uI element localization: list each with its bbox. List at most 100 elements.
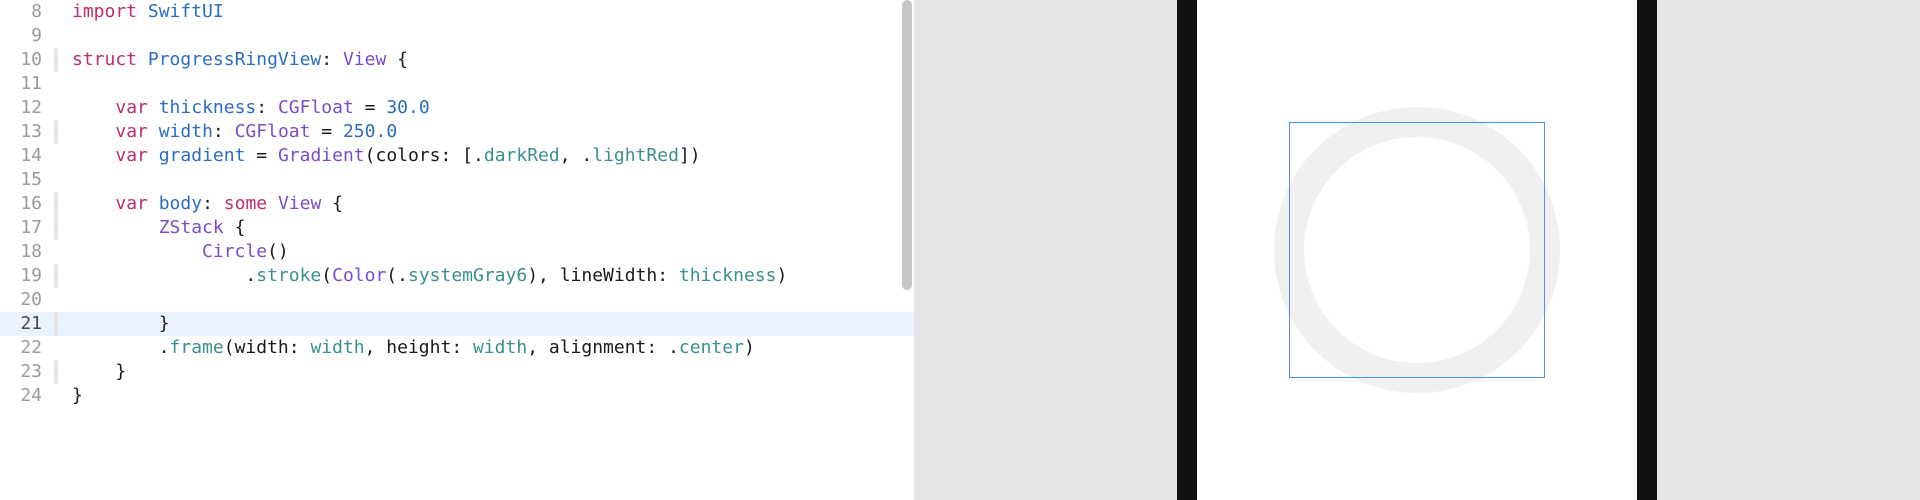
- scroll-thumb[interactable]: [902, 0, 912, 290]
- device-frame: [1177, 0, 1657, 500]
- code-token: var: [115, 121, 148, 142]
- code-token: (: [321, 265, 332, 286]
- code-token: ]): [679, 145, 701, 166]
- code-token: width: [159, 121, 213, 142]
- code-token: View: [278, 193, 321, 214]
- code-token: width: [473, 337, 527, 358]
- code-token: [72, 97, 115, 118]
- code-token: CGFloat: [278, 97, 354, 118]
- line-number: 11: [0, 72, 62, 96]
- code-line[interactable]: [62, 288, 914, 312]
- code-line[interactable]: .stroke(Color(.systemGray6), lineWidth: …: [62, 264, 914, 288]
- line-number: 22: [0, 336, 62, 360]
- line-number: 17: [0, 216, 62, 240]
- code-token: =: [354, 97, 387, 118]
- code-token: (): [267, 241, 289, 262]
- code-line[interactable]: [62, 24, 914, 48]
- code-token: CGFloat: [235, 121, 311, 142]
- code-token: [148, 193, 159, 214]
- code-token: width: [310, 337, 364, 358]
- line-number: 9: [0, 24, 62, 48]
- code-token: [148, 97, 159, 118]
- line-number: 19: [0, 264, 62, 288]
- code-line[interactable]: ZStack {: [62, 216, 914, 240]
- code-token: [267, 193, 278, 214]
- code-token: }: [72, 361, 126, 382]
- code-line[interactable]: Circle(): [62, 240, 914, 264]
- code-line[interactable]: var width: CGFloat = 250.0: [62, 120, 914, 144]
- line-number: 8: [0, 0, 62, 24]
- code-token: .: [72, 337, 170, 358]
- code-token: , height:: [365, 337, 473, 358]
- code-token: :: [213, 121, 235, 142]
- code-token: [72, 241, 202, 262]
- line-number: 14: [0, 144, 62, 168]
- code-line[interactable]: var body: some View {: [62, 192, 914, 216]
- code-line[interactable]: }: [62, 312, 914, 336]
- code-line[interactable]: [62, 72, 914, 96]
- code-area[interactable]: import SwiftUI struct ProgressRingView: V…: [62, 0, 914, 500]
- code-token: stroke: [256, 265, 321, 286]
- code-token: ): [776, 265, 787, 286]
- code-token: (width:: [224, 337, 311, 358]
- code-token: [72, 121, 115, 142]
- code-token: var: [115, 145, 148, 166]
- code-token: =: [245, 145, 278, 166]
- code-token: thickness: [679, 265, 777, 286]
- code-token: var: [115, 193, 148, 214]
- code-token: gradient: [159, 145, 246, 166]
- code-token: 250.0: [343, 121, 397, 142]
- code-line[interactable]: .frame(width: width, height: width, alig…: [62, 336, 914, 360]
- code-token: body: [159, 193, 202, 214]
- code-line[interactable]: struct ProgressRingView: View {: [62, 48, 914, 72]
- code-token: var: [115, 97, 148, 118]
- code-token: {: [321, 193, 343, 214]
- code-line[interactable]: [62, 168, 914, 192]
- code-line[interactable]: import SwiftUI: [62, 0, 914, 24]
- code-token: center: [679, 337, 744, 358]
- code-token: [137, 1, 148, 22]
- code-token: .: [72, 265, 256, 286]
- code-token: =: [310, 121, 343, 142]
- line-number: 20: [0, 288, 62, 312]
- code-token: frame: [170, 337, 224, 358]
- line-number: 12: [0, 96, 62, 120]
- code-token: some: [224, 193, 267, 214]
- code-token: :: [202, 193, 224, 214]
- code-token: , .: [560, 145, 593, 166]
- code-token: (.: [386, 265, 408, 286]
- code-token: [148, 145, 159, 166]
- code-token: ), lineWidth:: [527, 265, 679, 286]
- line-number: 24: [0, 384, 62, 408]
- line-number: 15: [0, 168, 62, 192]
- preview-canvas[interactable]: [1289, 122, 1545, 378]
- preview-pane: [914, 0, 1920, 500]
- code-token: {: [224, 217, 246, 238]
- code-line[interactable]: }: [62, 360, 914, 384]
- code-editor[interactable]: 89101112131415161718192021222324 import …: [0, 0, 914, 500]
- line-number: 10: [0, 48, 62, 72]
- code-token: [72, 145, 115, 166]
- code-token: struct: [72, 49, 137, 70]
- code-line[interactable]: var gradient = Gradient(colors: [.darkRe…: [62, 144, 914, 168]
- code-token: darkRed: [484, 145, 560, 166]
- code-token: Gradient: [278, 145, 365, 166]
- code-token: SwiftUI: [148, 1, 224, 22]
- code-token: :: [321, 49, 343, 70]
- code-token: lightRed: [592, 145, 679, 166]
- code-line[interactable]: var thickness: CGFloat = 30.0: [62, 96, 914, 120]
- code-token: (colors: [.: [365, 145, 484, 166]
- progress-ring-background: [1274, 107, 1560, 393]
- editor-scrollbar[interactable]: [900, 0, 914, 500]
- code-token: ): [744, 337, 755, 358]
- code-token: Circle: [202, 241, 267, 262]
- code-token: , alignment: .: [527, 337, 679, 358]
- code-token: ZStack: [159, 217, 224, 238]
- line-number: 13: [0, 120, 62, 144]
- code-token: [72, 193, 115, 214]
- code-token: View: [343, 49, 386, 70]
- line-number: 18: [0, 240, 62, 264]
- line-number: 16: [0, 192, 62, 216]
- code-token: ProgressRingView: [148, 49, 321, 70]
- code-line[interactable]: }: [62, 384, 914, 408]
